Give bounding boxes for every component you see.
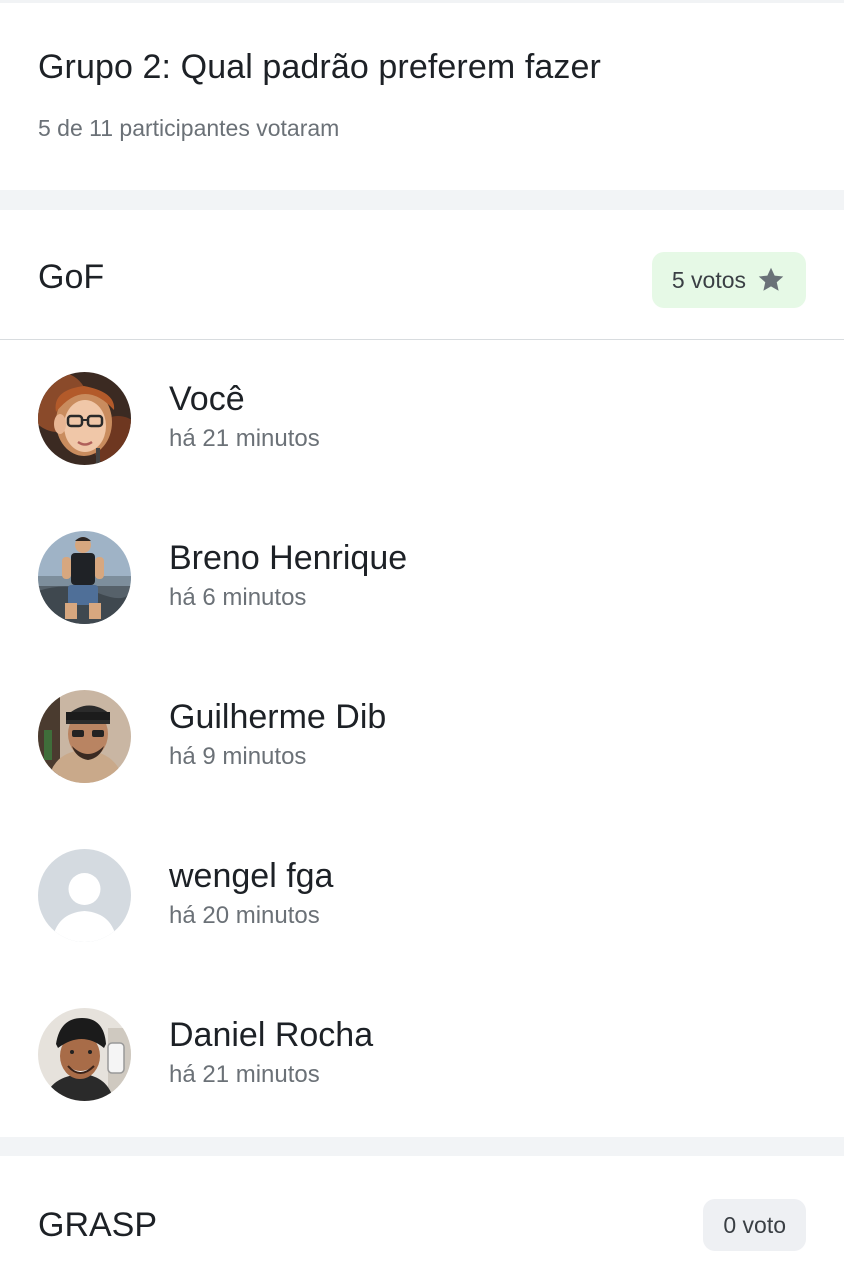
vote-timestamp: há 21 minutos	[169, 425, 320, 452]
photo-avatar	[38, 531, 131, 624]
vote-count-badge: 5 votos	[651, 252, 806, 308]
voter-row: Você há 21 minutos	[0, 340, 844, 499]
voter-name: Daniel Rocha	[169, 1016, 374, 1054]
voter-name: Breno Henrique	[169, 539, 408, 577]
vote-count-label: 0 voto	[723, 1211, 786, 1238]
vote-count-label: 5 votos	[671, 266, 746, 293]
poll-title: Grupo 2: Qual padrão preferem fazer	[38, 48, 601, 86]
photo-avatar	[38, 690, 131, 783]
photo-avatar	[38, 1008, 131, 1101]
poll-participation-count: 5 de 11 participantes votaram	[38, 115, 340, 141]
poll-results-screen: Grupo 2: Qual padrão preferem fazer 5 de…	[0, 0, 844, 1280]
voter-row: Guilherme Dib há 9 minutos	[0, 658, 844, 817]
section-divider	[0, 190, 844, 210]
voter-row: wengel fga há 20 minutos	[0, 817, 844, 976]
voter-name: Você	[169, 380, 245, 418]
default-user-avatar	[38, 849, 131, 942]
poll-option-grasp: GRASP 0 voto	[0, 1156, 844, 1280]
option-name: GoF	[38, 258, 105, 296]
vote-timestamp: há 21 minutos	[169, 1061, 320, 1088]
star-icon	[756, 265, 786, 295]
voter-name: Guilherme Dib	[169, 698, 387, 736]
vote-count-badge: 0 voto	[703, 1199, 806, 1251]
voter-row: Breno Henrique há 6 minutos	[0, 499, 844, 658]
poll-option-gof: GoF 5 votos	[0, 210, 844, 340]
vote-timestamp: há 6 minutos	[169, 584, 307, 611]
voter-name: wengel fga	[169, 857, 334, 895]
section-divider	[0, 1137, 844, 1156]
voter-row: Daniel Rocha há 21 minutos	[0, 976, 844, 1135]
vote-timestamp: há 20 minutos	[169, 902, 320, 929]
voter-list: Você há 21 minutos Breno Henrique há 6 m…	[0, 340, 844, 1137]
option-name: GRASP	[38, 1206, 158, 1244]
vote-timestamp: há 9 minutos	[169, 743, 307, 770]
photo-avatar	[38, 372, 131, 465]
poll-header: Grupo 2: Qual padrão preferem fazer 5 de…	[0, 0, 844, 190]
